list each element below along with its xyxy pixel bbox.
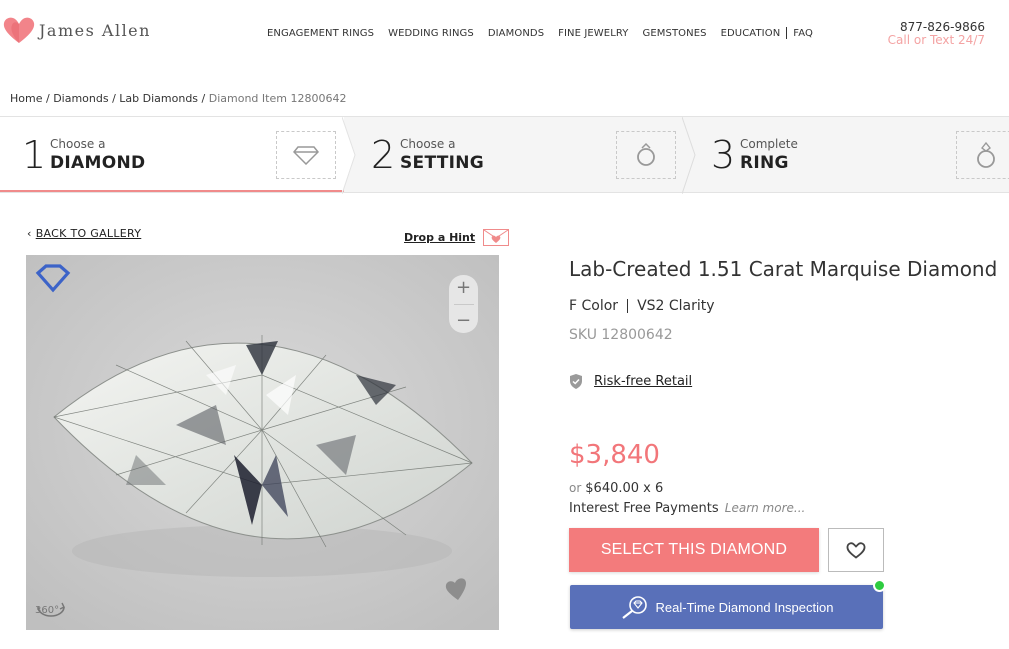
zoom-control: + − [449,275,478,333]
heart-outline-icon [846,542,866,559]
step-big-label: SETTING [400,153,485,173]
marquise-diamond-image: 360° [26,255,499,630]
risk-free-retail[interactable]: Risk-free Retail [569,374,692,389]
site-header: James Allen ENGAGEMENT RINGS WEDDING RIN… [0,0,1009,66]
select-diamond-button[interactable]: SELECT THIS DIAMOND [569,528,819,572]
step-number: 3 [711,133,736,177]
build-steps: 1 Choose a DIAMOND 2 Choose a SETTING 3 … [0,116,1009,194]
monthly-payment: or $640.00 x 6 [569,481,663,496]
breadcrumb-home[interactable]: Home [10,92,42,105]
step-chevron [682,117,696,194]
magnifier-diamond-icon [621,596,647,619]
zoom-out-button[interactable]: − [456,311,471,330]
call-text: Call or Text 24/7 [887,33,985,47]
step-small-label: Choose a [50,137,106,151]
nav-diamonds[interactable]: DIAMONDS [488,28,544,39]
main-nav: ENGAGEMENT RINGS WEDDING RINGS DIAMONDS … [267,27,827,39]
nav-engagement-rings[interactable]: ENGAGEMENT RINGS [267,28,374,39]
risk-label: Risk-free Retail [594,374,693,389]
nav-education[interactable]: EDUCATION [721,28,781,39]
step-complete-ring[interactable]: 3 Complete RING [697,117,1009,192]
product-title: Lab-Created 1.51 Carat Marquise Diamond [569,257,998,281]
heart-logo-icon [3,17,35,43]
real-time-inspection-button[interactable]: Real-Time Diamond Inspection [570,585,883,629]
zoom-divider [453,303,474,305]
step-big-label: RING [740,153,789,173]
phone-number[interactable]: 877-826-9866 [888,20,985,34]
ring-icon [977,141,995,168]
step-number: 2 [371,133,396,177]
step-choose-setting[interactable]: 2 Choose a SETTING [357,117,687,192]
contact-info: 877-826-9866 Call or Text 24/7 [888,20,985,47]
zoom-in-button[interactable]: + [456,278,471,297]
learn-more-link[interactable]: Learn more... [725,501,806,515]
ring-setting-icon [637,142,655,166]
add-to-favorites-button[interactable] [828,528,884,572]
diamond-image-viewer[interactable]: 360° [26,255,499,630]
breadcrumb-current: Diamond Item 12800642 [208,92,347,105]
interest-free-info: Interest Free Payments Learn more... [569,501,805,516]
product-specs: F Color VS2 Clarity [569,298,715,314]
diamond-outline-icon [293,146,319,165]
inspect-label: Real-Time Diamond Inspection [655,599,834,615]
logo-text: James Allen [39,20,151,40]
chevron-left-icon: ‹ [27,227,32,240]
interest-label: Interest Free Payments [569,501,719,516]
clarity-grade[interactable]: VS2 Clarity [637,298,715,314]
step-choose-diamond[interactable]: 1 Choose a DIAMOND [0,117,344,192]
step-icon-box [956,131,1009,179]
logo[interactable]: James Allen [3,16,151,44]
back-to-gallery-link[interactable]: ‹ BACK TO GALLERY [27,227,141,240]
online-status-dot [873,579,886,592]
hint-heart-envelope-icon [483,229,510,246]
price: $3,840 [569,440,660,470]
nav-divider [786,27,788,39]
shield-check-icon [570,374,582,389]
nav-gemstones[interactable]: GEMSTONES [643,28,707,39]
sku: SKU 12800642 [569,327,673,343]
step-number: 1 [22,133,47,177]
monthly-amount: $640.00 x 6 [585,481,664,496]
breadcrumb: Home / Diamonds / Lab Diamonds / Diamond… [10,92,347,105]
spec-divider [627,299,629,313]
step-small-label: Choose a [400,137,456,151]
nav-fine-jewelry[interactable]: FINE JEWELRY [558,28,628,39]
nav-faq[interactable]: FAQ [793,28,813,39]
step-chevron [342,117,356,194]
breadcrumb-diamonds[interactable]: Diamonds [53,92,108,105]
step-icon-box [616,131,676,179]
color-grade[interactable]: F Color [569,298,618,314]
drop-hint-link[interactable]: Drop a Hint [404,229,510,246]
step-icon-box [276,131,336,179]
back-label: BACK TO GALLERY [35,227,142,240]
hint-label: Drop a Hint [404,231,476,244]
svg-text:360°: 360° [35,605,59,616]
step-small-label: Complete [740,137,798,151]
step-big-label: DIAMOND [50,153,146,173]
nav-wedding-rings[interactable]: WEDDING RINGS [388,28,474,39]
breadcrumb-lab-diamonds[interactable]: Lab Diamonds [119,92,198,105]
or-label: or [569,481,582,495]
